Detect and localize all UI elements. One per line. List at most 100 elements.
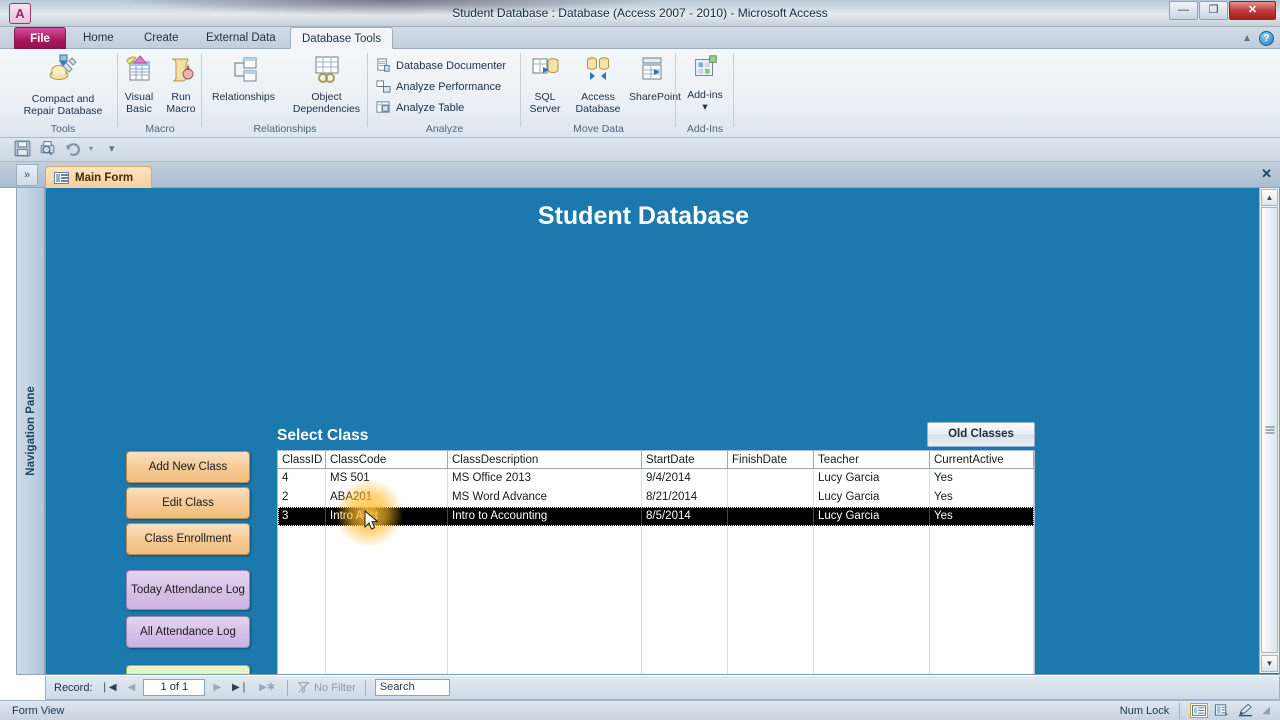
cell-classid[interactable]: 2 <box>278 488 326 507</box>
ribbon-tab-database-tools[interactable]: Database Tools <box>290 27 393 49</box>
form-container: Student Database Select Class Old Classe… <box>45 188 1280 675</box>
mouse-cursor <box>364 510 379 532</box>
cell-currentactive[interactable]: Yes <box>930 469 1034 488</box>
ribbon-tab-create[interactable]: Create <box>133 27 190 49</box>
column-header-finishdate[interactable]: FinishDate <box>728 451 814 468</box>
cell-classid[interactable]: 3 <box>278 507 326 526</box>
cell-finishdate[interactable] <box>728 507 814 526</box>
cell-finishdate[interactable] <box>728 488 814 507</box>
group-label-relationships: Relationships <box>202 123 368 135</box>
chevron-up-icon[interactable]: ▲ <box>1242 33 1252 44</box>
table-row[interactable]: 2 ABA201 MS Word Advance 8/21/2014 Lucy … <box>278 488 1034 507</box>
run-macro-button[interactable]: Run Macro <box>160 53 202 115</box>
compact-repair-label-2: Repair Database <box>8 105 118 117</box>
navigation-pane-expand-button[interactable]: » <box>16 164 38 186</box>
teacher-button[interactable]: Teacher <box>126 665 250 675</box>
sharepoint-icon <box>627 53 676 88</box>
cell-classcode[interactable]: MS 501 <box>326 469 448 488</box>
table-row[interactable]: 4 MS 501 MS Office 2013 9/4/2014 Lucy Ga… <box>278 469 1034 488</box>
column-header-currentactive[interactable]: CurrentActive <box>930 451 1034 468</box>
sharepoint-button[interactable]: SharePoint <box>627 53 676 103</box>
minimize-button[interactable]: — <box>1169 1 1198 20</box>
print-preview-icon[interactable] <box>39 140 56 157</box>
scrollbar-thumb[interactable] <box>1261 207 1278 653</box>
form-view-icon[interactable] <box>1190 703 1208 718</box>
add-ins-button[interactable]: Add-ins ▾ <box>676 53 734 113</box>
close-button[interactable]: ✕ <box>1229 1 1276 20</box>
analyze-performance-button[interactable]: Analyze Performance <box>374 77 501 96</box>
relationships-icon <box>202 53 285 88</box>
run-macro-label-1: Run <box>160 91 202 103</box>
add-new-class-button[interactable]: Add New Class <box>126 451 250 483</box>
cell-classdescription[interactable]: MS Word Advance <box>448 488 642 507</box>
cell-teacher[interactable]: Lucy Garcia <box>814 469 930 488</box>
column-header-startdate[interactable]: StartDate <box>642 451 728 468</box>
resize-grip-icon[interactable]: ◢ <box>1262 705 1270 716</box>
maximize-button[interactable]: ❐ <box>1199 1 1228 20</box>
navigation-pane[interactable]: Navigation Pane <box>16 188 45 675</box>
access-database-icon <box>569 53 627 88</box>
previous-record-button[interactable]: ◀ <box>125 682 139 693</box>
cell-startdate[interactable]: 9/4/2014 <box>642 469 728 488</box>
column-header-classdescription[interactable]: ClassDescription <box>448 451 642 468</box>
design-view-icon[interactable] <box>1238 703 1256 718</box>
cell-classdescription[interactable]: Intro to Accounting <box>448 507 642 526</box>
undo-dropdown-icon[interactable]: ▾ <box>89 144 93 153</box>
class-enrollment-button[interactable]: Class Enrollment <box>126 523 250 555</box>
all-attendance-log-button[interactable]: All Attendance Log <box>126 616 250 648</box>
cell-finishdate[interactable] <box>728 469 814 488</box>
document-tab-main-form[interactable]: Main Form <box>45 166 152 188</box>
table-row-selected[interactable]: 3 Intro Acct Intro to Accounting 8/5/201… <box>278 507 1034 526</box>
cell-classdescription[interactable]: MS Office 2013 <box>448 469 642 488</box>
first-record-button[interactable]: ❘◀ <box>98 682 120 693</box>
class-datasheet[interactable]: ClassID ClassCode ClassDescription Start… <box>277 450 1035 675</box>
help-icon[interactable]: ? <box>1259 31 1274 46</box>
cell-teacher[interactable]: Lucy Garcia <box>814 507 930 526</box>
filter-label: No Filter <box>314 682 356 694</box>
cell-teacher[interactable]: Lucy Garcia <box>814 488 930 507</box>
datasheet-header-row: ClassID ClassCode ClassDescription Start… <box>278 451 1034 469</box>
analyze-table-label: Analyze Table <box>396 102 464 114</box>
visual-basic-button[interactable]: Visual Basic <box>118 53 160 115</box>
ribbon-tab-external-data[interactable]: External Data <box>195 27 287 49</box>
sql-server-button[interactable]: SQL Server <box>521 53 569 115</box>
form-vertical-scrollbar[interactable]: ▲ ▼ <box>1259 188 1279 673</box>
cell-currentactive[interactable]: Yes <box>930 507 1034 526</box>
save-icon[interactable] <box>14 140 31 157</box>
ribbon-tab-home[interactable]: Home <box>72 27 125 49</box>
close-icon[interactable]: ✕ <box>1261 167 1272 181</box>
edit-class-button[interactable]: Edit Class <box>126 487 250 519</box>
old-classes-button[interactable]: Old Classes <box>927 422 1035 447</box>
today-attendance-log-button[interactable]: Today Attendance Log <box>126 570 250 610</box>
cell-startdate[interactable]: 8/5/2014 <box>642 507 728 526</box>
object-dependencies-button[interactable]: Object Dependencies <box>285 53 368 115</box>
add-ins-dropdown-arrow[interactable]: ▾ <box>676 101 734 113</box>
search-input[interactable]: Search <box>375 679 450 696</box>
customize-qat-icon[interactable]: ▾ <box>109 142 115 155</box>
cell-currentactive[interactable]: Yes <box>930 488 1034 507</box>
cell-classcode[interactable]: Intro Acct <box>326 507 448 526</box>
cell-startdate[interactable]: 8/21/2014 <box>642 488 728 507</box>
layout-view-icon[interactable] <box>1214 703 1232 718</box>
relationships-button[interactable]: Relationships <box>202 53 285 103</box>
new-record-button[interactable]: ▶✱ <box>256 682 278 693</box>
compact-and-repair-database-button[interactable]: Compact and Repair Database <box>8 53 118 117</box>
scroll-up-icon[interactable]: ▲ <box>1261 189 1278 206</box>
ribbon-tab-file[interactable]: File <box>14 27 66 49</box>
column-header-classcode[interactable]: ClassCode <box>326 451 448 468</box>
database-documenter-button[interactable]: Database Documenter <box>374 56 506 75</box>
record-position-input[interactable]: 1 of 1 <box>143 679 205 696</box>
analyze-table-button[interactable]: Analyze Table <box>374 98 464 117</box>
last-record-button[interactable]: ▶❘ <box>229 682 251 693</box>
scroll-down-icon[interactable]: ▼ <box>1261 655 1278 672</box>
undo-icon[interactable] <box>64 140 81 157</box>
datasheet-empty-area[interactable] <box>278 526 1034 675</box>
column-header-classid[interactable]: ClassID <box>278 451 326 468</box>
filter-toggle-button[interactable]: No Filter <box>297 681 356 694</box>
cell-classid[interactable]: 4 <box>278 469 326 488</box>
compact-repair-icon <box>8 53 118 90</box>
cell-classcode[interactable]: ABA201 <box>326 488 448 507</box>
column-header-teacher[interactable]: Teacher <box>814 451 930 468</box>
next-record-button[interactable]: ▶ <box>210 682 224 693</box>
access-database-button[interactable]: Access Database <box>569 53 627 115</box>
